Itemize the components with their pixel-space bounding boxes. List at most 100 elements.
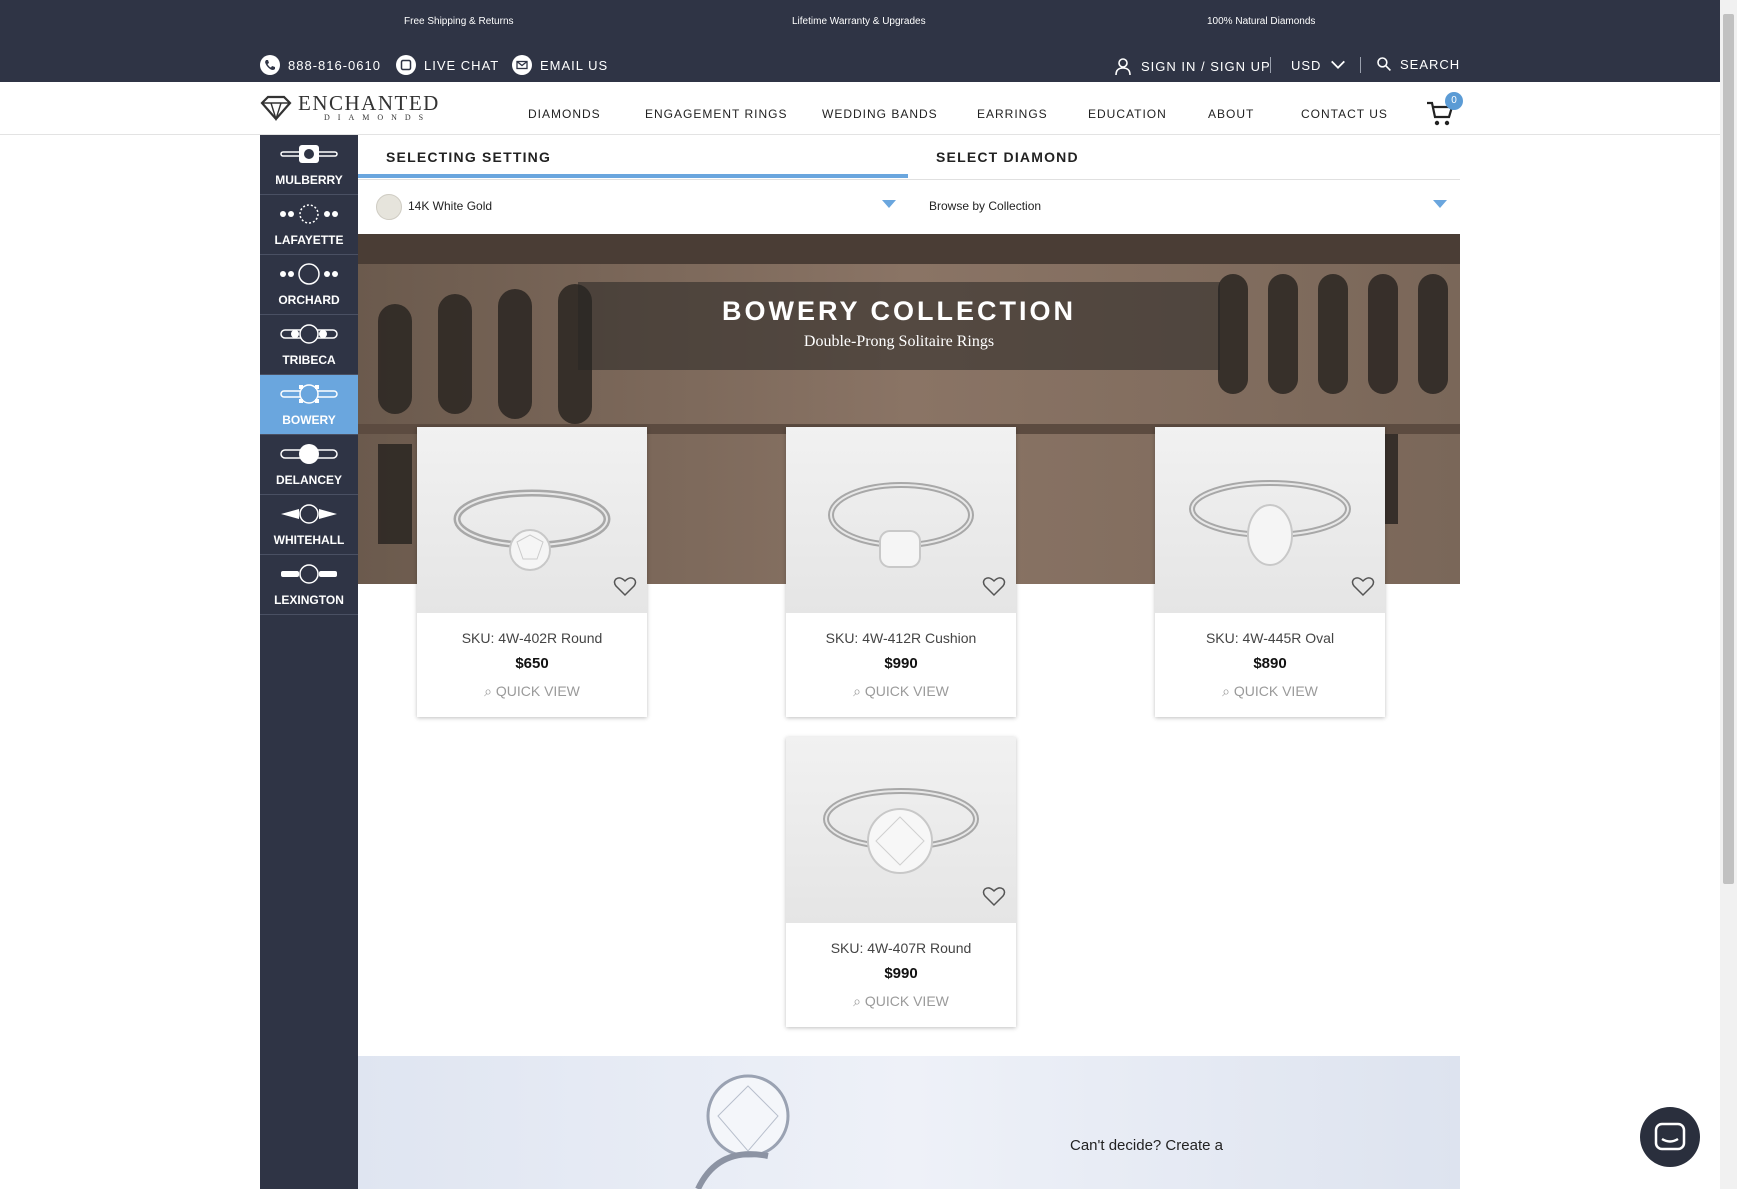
promo-shipping: Free Shipping & Returns [404,16,514,27]
hero-caption: BOWERY COLLECTION Double-Prong Solitaire… [578,282,1220,370]
sidebar-item-label: WHITEHALL [273,533,345,547]
active-tab-indicator [358,174,908,178]
tribeca-ring-icon [280,324,338,344]
sidebar-item-label: TRIBECA [282,353,336,367]
sidebar-item-tribeca[interactable]: TRIBECA [260,315,358,375]
quick-view-label: QUICK VIEW [495,683,580,699]
collection-sidebar: MULBERRY LAFAYETTE ORCHARD TRIBECA BOWER… [260,135,358,1189]
email-link[interactable]: EMAIL US [512,55,608,75]
nav-earrings[interactable]: EARRINGS [977,107,1048,121]
metal-dropdown-caret-icon[interactable] [882,200,896,208]
orchard-ring-icon [280,263,338,285]
phone-icon [260,55,280,75]
product-sku: SKU: 4W-402R Round [461,630,603,646]
live-chat-link[interactable]: LIVE CHAT [396,55,499,75]
chevron-down-icon [1331,60,1346,69]
product-sku: SKU: 4W-445R Oval [1205,630,1335,646]
tab-selecting-setting[interactable]: SELECTING SETTING [386,149,551,165]
search-link[interactable]: SEARCH [1376,56,1460,72]
sidebar-item-delancey[interactable]: DELANCEY [260,435,358,495]
whitehall-ring-icon [281,504,337,524]
phone-link[interactable]: 888-816-0610 [260,55,381,75]
email-label: EMAIL US [540,57,609,73]
sidebar-item-label: BOWERY [282,413,336,427]
magnifier-icon: ⌕ [853,993,861,1009]
product-card[interactable]: SKU: 4W-407R Round $990 ⌕ QUICK VIEW [786,737,1016,1027]
magnifier-icon: ⌕ [853,683,861,699]
divider [1270,57,1271,73]
promo-warranty: Lifetime Warranty & Upgrades [792,16,926,27]
quick-view-button[interactable]: ⌕ QUICK VIEW [417,683,647,700]
sign-in-link[interactable]: SIGN IN / SIGN UP [1113,56,1271,76]
bowery-ring-icon [280,384,338,404]
product-card[interactable]: SKU: 4W-402R Round $650 ⌕ QUICK VIEW [417,427,647,717]
heart-icon[interactable] [982,575,1006,597]
quick-view-button[interactable]: ⌕ QUICK VIEW [786,683,1016,700]
sidebar-item-label: DELANCEY [275,473,342,487]
ring-photo [695,1074,790,1189]
sidebar-item-label: ORCHARD [278,293,340,307]
product-card[interactable]: SKU: 4W-412R Cushion $990 ⌕ QUICK VIEW [786,427,1016,717]
product-sku: SKU: 4W-407R Round [830,940,972,956]
mulberry-ring-icon [280,145,338,163]
metal-swatch [376,194,402,220]
nav-education[interactable]: EDUCATION [1088,107,1167,121]
collection-select-label[interactable]: Browse by Collection [929,199,1041,239]
tab-select-diamond[interactable]: SELECT DIAMOND [936,149,1079,165]
nav-engagement-rings[interactable]: ENGAGEMENT RINGS [645,107,787,121]
sidebar-item-whitehall[interactable]: WHITEHALL [260,495,358,555]
delancey-ring-icon [280,444,338,464]
heart-icon[interactable] [982,885,1006,907]
product-sku: SKU: 4W-412R Cushion [825,630,977,646]
product-price: $890 [1253,655,1287,672]
cart-count-badge: 0 [1445,92,1463,110]
currency-select[interactable]: USD [1291,56,1347,74]
nav-wedding-bands[interactable]: WEDDING BANDS [822,107,938,121]
chat-icon [396,55,416,75]
email-icon [512,55,532,75]
divider [1360,57,1361,73]
scrollbar-thumb[interactable] [1723,14,1734,884]
sign-in-label: SIGN IN / SIGN UP [1141,58,1271,74]
magnifier-icon: ⌕ [1222,683,1230,699]
search-label: SEARCH [1400,56,1461,72]
brand-logo[interactable]: ENCHANTED DIAMONDS [260,93,440,123]
sidebar-item-mulberry[interactable]: MULBERRY [260,135,358,195]
collection-dropdown-caret-icon[interactable] [1433,200,1447,208]
magnifier-icon: ⌕ [484,683,492,699]
lexington-ring-icon [281,564,337,584]
diamond-logo-icon [260,95,292,121]
nav-contact-us[interactable]: CONTACT US [1301,107,1388,121]
chat-bubble-icon [1654,1122,1686,1151]
quick-view-label: QUICK VIEW [864,993,949,1009]
sidebar-item-orchard[interactable]: ORCHARD [260,255,358,315]
banner-text: Can't decide? Create a [1070,1137,1223,1154]
hero-title: BOWERY COLLECTION [722,296,1076,326]
sidebar-item-label: LAFAYETTE [274,233,344,247]
lafayette-ring-icon [280,204,338,224]
currency-label: USD [1291,57,1322,73]
top-bar [0,0,1720,82]
metal-select-label[interactable]: 14K White Gold [408,199,492,239]
quick-view-label: QUICK VIEW [864,683,949,699]
hero-subtitle: Double-Prong Solitaire Rings [803,333,995,350]
heart-icon[interactable] [1351,575,1375,597]
search-icon [1377,57,1391,71]
sidebar-item-lexington[interactable]: LEXINGTON [260,555,358,615]
product-price: $990 [884,965,918,982]
brand-name: ENCHANTED [298,91,440,115]
custom-ring-banner[interactable]: Can't decide? Create a [358,1056,1460,1189]
product-card[interactable]: SKU: 4W-445R Oval $890 ⌕ QUICK VIEW [1155,427,1385,717]
product-price: $650 [515,655,549,672]
product-price: $990 [884,655,918,672]
chat-launcher-button[interactable] [1640,1107,1700,1167]
nav-about[interactable]: ABOUT [1208,107,1254,121]
nav-diamonds[interactable]: DIAMONDS [528,107,601,121]
sidebar-item-bowery[interactable]: BOWERY [260,375,358,435]
sidebar-item-lafayette[interactable]: LAFAYETTE [260,195,358,255]
live-chat-label: LIVE CHAT [424,57,500,73]
quick-view-button[interactable]: ⌕ QUICK VIEW [1155,683,1385,700]
quick-view-button[interactable]: ⌕ QUICK VIEW [786,993,1016,1010]
heart-icon[interactable] [613,575,637,597]
sidebar-item-label: MULBERRY [275,173,343,187]
